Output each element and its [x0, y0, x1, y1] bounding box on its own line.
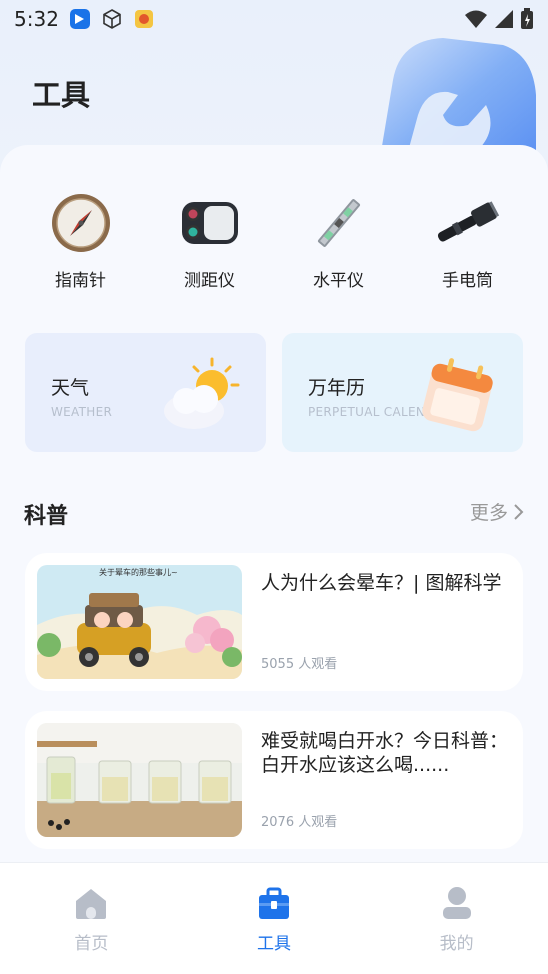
- tab-home[interactable]: 首页: [0, 863, 183, 974]
- science-section-title: 科普: [24, 504, 69, 529]
- cube-icon: [103, 9, 121, 29]
- toolbox-icon: [259, 887, 289, 919]
- more-label: 更多: [469, 502, 508, 524]
- home-icon: [76, 889, 107, 919]
- status-time: 5:32: [14, 7, 59, 31]
- spirit-level-icon: [317, 199, 360, 247]
- water-glasses-photo: [37, 723, 242, 837]
- tab-tools-label: 工具: [257, 934, 291, 954]
- profile-icon: [442, 887, 471, 919]
- flashlight-icon: [437, 201, 499, 242]
- chevron-right-icon: [514, 503, 524, 520]
- tool-label: 测距仪: [184, 271, 235, 291]
- tool-compass[interactable]: 指南针: [26, 180, 136, 291]
- article-thumbnail: [37, 723, 242, 837]
- compass-icon: [51, 194, 110, 252]
- calendar-icon: [422, 358, 493, 432]
- article-views: 5055 人观看: [261, 657, 338, 672]
- thumbnail-caption: 关于晕车的那些事儿~: [99, 568, 178, 577]
- tab-tools[interactable]: 工具: [183, 863, 366, 974]
- calendar-card[interactable]: 万年历 PERPETUAL CALENDAR: [282, 333, 523, 452]
- calendar-title: 万年历: [308, 377, 366, 399]
- tab-mine-label: 我的: [439, 934, 474, 954]
- article-card[interactable]: 难受就喝白开水？今日科普：白开水应该这么喝...... 2076 人观看: [25, 711, 523, 849]
- tab-home-label: 首页: [74, 934, 109, 954]
- article-views: 2076 人观看: [261, 815, 338, 830]
- article-card[interactable]: 关于晕车的那些事儿~ 人为什么会晕车？| 图解科学 5055 人观看: [25, 553, 523, 691]
- game-notification-icon: [134, 10, 153, 28]
- tool-label: 手电筒: [442, 271, 493, 291]
- tool-label: 指南针: [55, 271, 106, 291]
- rangefinder-icon: [181, 202, 238, 244]
- tool-label: 水平仪: [313, 271, 364, 291]
- bottom-tab-bar: 首页 工具 我的: [0, 862, 548, 974]
- more-link[interactable]: 更多: [470, 498, 524, 525]
- tool-spirit-level[interactable]: 水平仪: [284, 180, 394, 291]
- app-notification-icon: [69, 9, 90, 29]
- weather-card[interactable]: 天气 WEATHER: [25, 333, 266, 452]
- article-thumbnail: 关于晕车的那些事儿~: [37, 565, 242, 679]
- article-title: 人为什么会晕车？| 图解科学: [261, 572, 502, 594]
- page-title: 工具: [32, 78, 91, 112]
- weather-title: 天气: [51, 377, 90, 399]
- tab-mine[interactable]: 我的: [365, 863, 548, 974]
- tool-flashlight[interactable]: 手电筒: [413, 180, 523, 291]
- carsick-illustration: [37, 565, 242, 679]
- article-title: 难受就喝白开水？今日科普：白开水应该这么喝......: [261, 730, 509, 776]
- tools-grid: 指南针 测距仪 水平仪 手电筒: [0, 180, 548, 291]
- tool-rangefinder[interactable]: 测距仪: [155, 180, 265, 291]
- weather-subtitle: WEATHER: [51, 405, 113, 419]
- sun-cloud-icon: [164, 357, 240, 429]
